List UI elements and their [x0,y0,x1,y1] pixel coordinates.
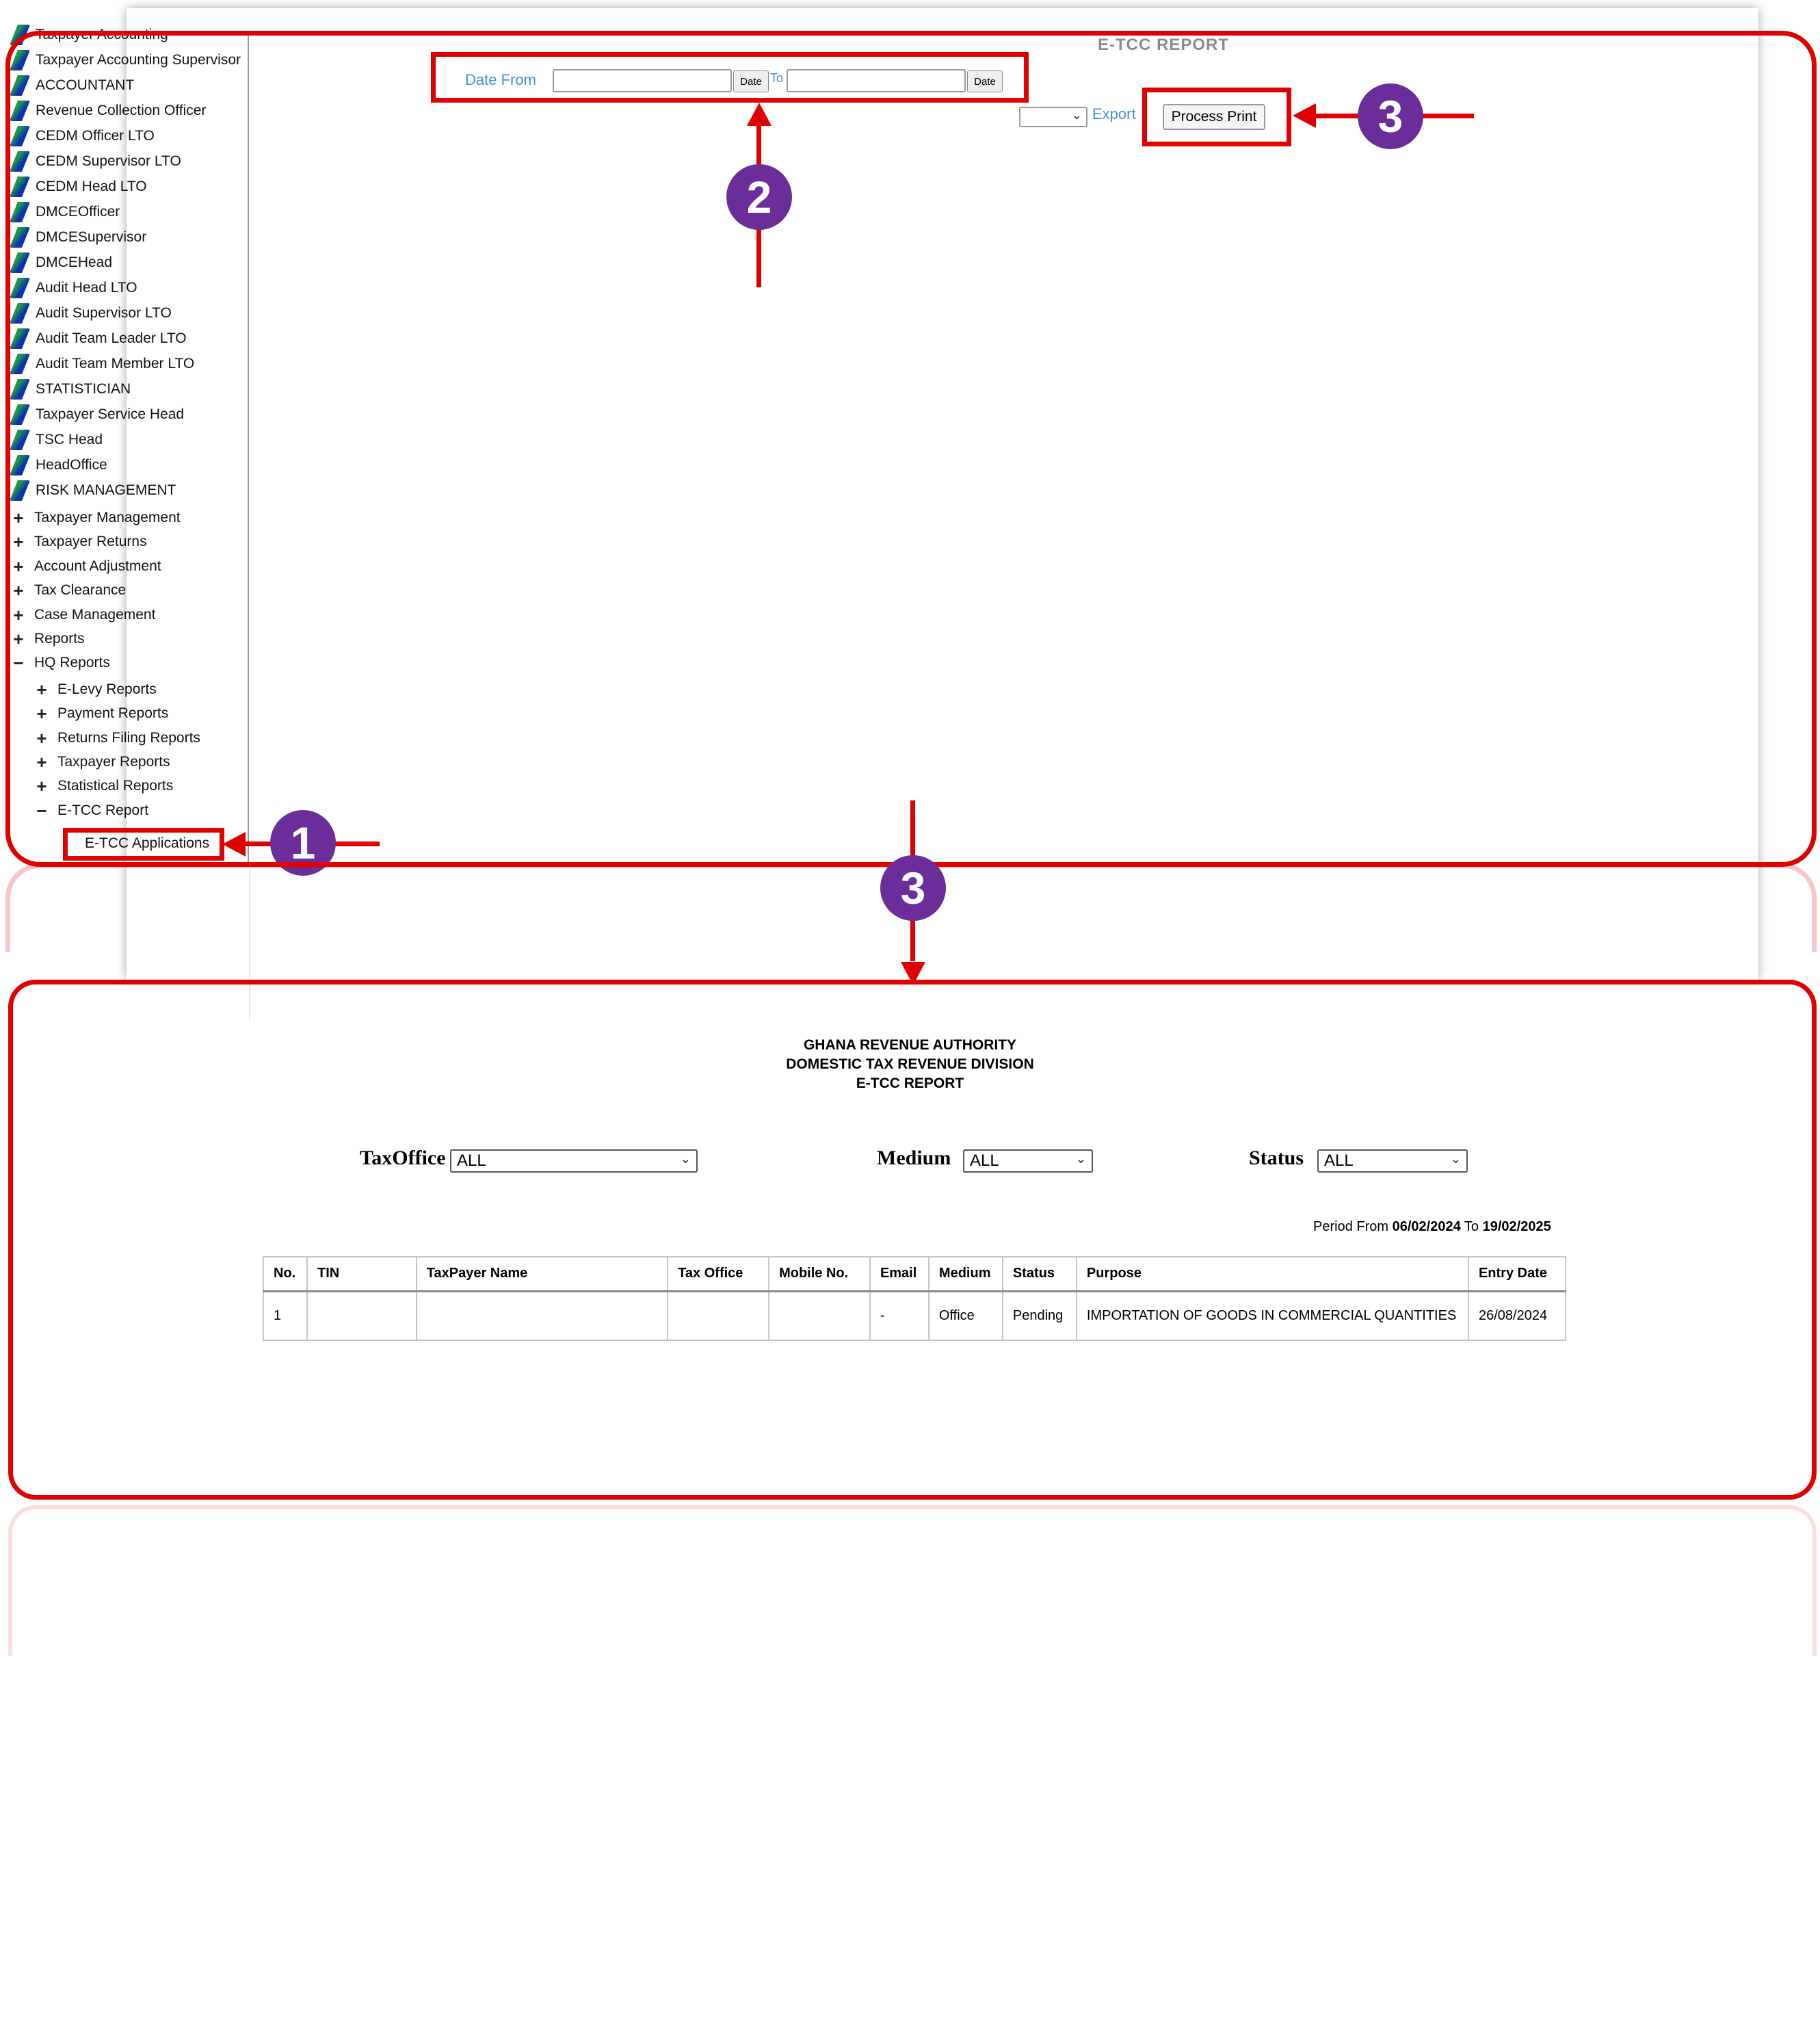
chevron-down-icon: ⌄ [1450,1152,1461,1166]
report-header-division: DOMESTIC TAX REVENUE DIVISION [786,1056,1034,1072]
bottom-reflection [8,1505,1817,1656]
report-header-org: GHANA REVENUE AUTHORITY [803,1037,1017,1053]
chevron-down-icon: ⌄ [680,1152,691,1166]
medium-value: ALL [970,1151,999,1170]
column-header: No. [263,1256,308,1292]
status-value: ALL [1324,1151,1354,1170]
report-header-title: E-TCC REPORT [856,1075,964,1091]
table-header-row: No. TIN TaxPayer Name Tax Office Mobile No. E… [263,1256,1567,1292]
table-cell [415,1290,669,1341]
column-header: Mobile No. [768,1256,871,1292]
table-cell: Pending [1001,1290,1077,1341]
table-cell [768,1290,871,1341]
column-header: Purpose [1075,1256,1469,1292]
table-cell [667,1290,770,1341]
table-cell: Office [927,1290,1003,1341]
taxoffice-select[interactable]: ALL ⌄ [450,1149,698,1173]
top-screen-frame [5,31,1817,867]
table-cell: IMPORTATION OF GOODS IN COMMERCIAL QUANT… [1075,1290,1469,1341]
taxoffice-value: ALL [457,1151,486,1170]
column-header: Medium [927,1256,1003,1292]
column-header: TIN [306,1256,417,1292]
period-range: Period From 06/02/2024 To 19/02/2025 [1313,1219,1551,1235]
column-header: Entry Date [1467,1256,1567,1292]
taxoffice-label: TaxOffice [360,1147,446,1169]
column-header: TaxPayer Name [415,1256,669,1292]
table-cell: 1 [263,1290,308,1341]
etcc-report-table: No. TIN TaxPayer Name Tax Office Mobile No. E… [263,1256,1567,1341]
table-cell [306,1290,417,1341]
table-cell: - [869,1290,929,1341]
period-prefix: Period From [1313,1219,1389,1234]
connector-badge: 3 [880,855,946,921]
status-select[interactable]: ALL ⌄ [1317,1149,1468,1173]
status-label: Status [1249,1147,1304,1169]
period-to: 19/02/2025 [1482,1219,1551,1234]
period-from: 06/02/2024 [1392,1219,1461,1234]
column-header: Status [1001,1256,1077,1292]
medium-label: Medium [877,1147,951,1169]
medium-select[interactable]: ALL ⌄ [963,1149,1093,1173]
chevron-down-icon: ⌄ [1075,1152,1086,1166]
table-cell: 26/08/2024 [1467,1290,1567,1341]
table-row: 1 - Office Pending IMPORTATION OF GOODS IN C… [263,1290,1567,1341]
column-header: Email [869,1256,929,1292]
period-to-word: To [1464,1219,1479,1234]
column-header: Tax Office [667,1256,770,1292]
